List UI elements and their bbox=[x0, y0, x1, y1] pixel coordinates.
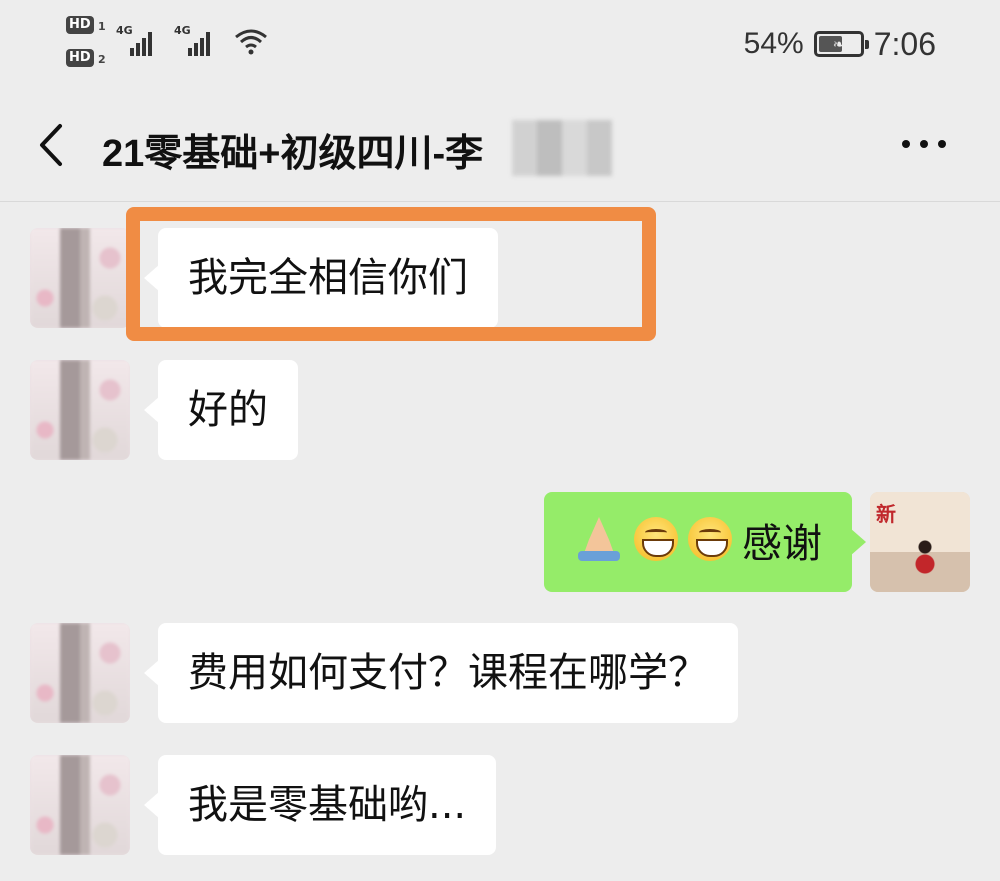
battery-icon: ❧ bbox=[813, 31, 869, 57]
avatar-logo-mark: 新 bbox=[876, 502, 896, 526]
hd-badge-sim2: HD bbox=[66, 49, 94, 67]
chat-title: 21零基础+初级四川-李 bbox=[102, 133, 484, 175]
redacted-name bbox=[512, 120, 612, 176]
avatar[interactable] bbox=[30, 228, 130, 328]
message-bubble[interactable]: 我是零基础哟... bbox=[143, 755, 497, 855]
status-right: 54% ❧ 7:06 bbox=[744, 26, 936, 62]
my-avatar[interactable]: 新 bbox=[870, 492, 970, 592]
message-text: 感谢 bbox=[742, 521, 822, 567]
signal-indicators: HD 1 HD 2 4G 4G bbox=[66, 16, 286, 72]
chat-header: 21零基础+初级四川-李 bbox=[0, 90, 1000, 202]
clock: 7:06 bbox=[873, 25, 936, 62]
grinning-face-icon bbox=[634, 517, 678, 561]
battery-percent: 54% bbox=[743, 27, 804, 60]
highlight-box bbox=[126, 207, 656, 341]
message-text: 我是零基础哟... bbox=[188, 782, 467, 828]
wifi-icon bbox=[235, 29, 267, 55]
message-bubble[interactable]: 费用如何支付？课程在哪学？ bbox=[144, 623, 738, 723]
leaf-icon: ❧ bbox=[832, 37, 845, 53]
message-text: 好的 bbox=[188, 387, 268, 433]
message-bubble-outgoing[interactable]: 感谢 bbox=[544, 492, 866, 592]
avatar[interactable] bbox=[30, 623, 130, 723]
status-bar: HD 1 HD 2 4G 4G 54% ❧ 7:06 bbox=[0, 0, 1000, 90]
message-text: 费用如何支付？课程在哪学？ bbox=[188, 650, 708, 696]
network-type-sim1: 4G bbox=[116, 24, 133, 37]
message-bubble[interactable]: 好的 bbox=[144, 360, 298, 460]
hd-badge-sim1: HD bbox=[66, 16, 94, 34]
avatar[interactable] bbox=[30, 755, 130, 855]
network-type-sim2: 4G bbox=[174, 24, 191, 37]
sim2-index: 2 bbox=[98, 53, 106, 66]
grinning-face-icon bbox=[688, 517, 732, 561]
avatar[interactable] bbox=[30, 360, 130, 460]
sim1-index: 1 bbox=[98, 20, 106, 33]
more-dots-icon[interactable] bbox=[902, 134, 952, 154]
folded-hands-icon bbox=[574, 513, 624, 563]
chevron-left-icon[interactable] bbox=[30, 120, 70, 170]
